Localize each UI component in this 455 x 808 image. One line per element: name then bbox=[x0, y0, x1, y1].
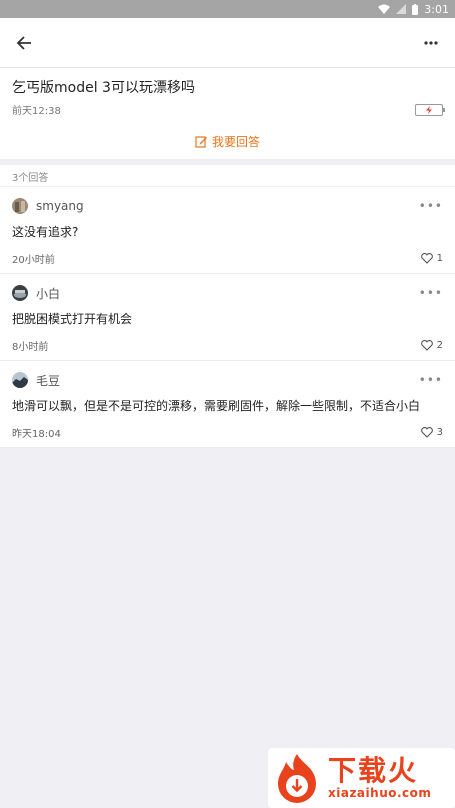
write-answer-button[interactable]: 我要回答 bbox=[12, 123, 443, 159]
answer-item[interactable]: 小白 ••• 把脱困模式打开有机会 8小时前 2 bbox=[0, 274, 455, 361]
app-bar bbox=[0, 18, 455, 68]
answer-time: 20小时前 bbox=[12, 254, 55, 266]
watermark-logo: 下载火 xiazaihuo.com bbox=[268, 748, 455, 808]
signal-icon bbox=[396, 4, 407, 14]
question-meta: 前天12:38 bbox=[12, 102, 445, 117]
wifi-icon bbox=[378, 4, 391, 14]
watermark-title: 下载火 bbox=[328, 754, 419, 787]
more-options-button[interactable] bbox=[419, 31, 443, 55]
avatar[interactable] bbox=[12, 285, 28, 301]
answer-time: 8小时前 bbox=[12, 341, 49, 353]
status-bar: 3:01 bbox=[0, 0, 455, 18]
like-button[interactable]: 1 bbox=[420, 252, 443, 264]
more-horizontal-icon bbox=[424, 40, 438, 45]
heart-icon bbox=[420, 339, 433, 351]
charging-battery-icon bbox=[415, 103, 445, 116]
flame-logo-icon bbox=[278, 754, 316, 803]
heart-icon bbox=[420, 426, 433, 438]
answer-item[interactable]: 毛豆 ••• 地滑可以飘，但是不是可控的漂移，需要刷固件，解除一些限制，不适合小… bbox=[0, 361, 455, 448]
like-count: 1 bbox=[436, 252, 443, 264]
battery-icon bbox=[412, 3, 419, 15]
answer-time: 昨天18:04 bbox=[12, 428, 61, 440]
answer-more-button[interactable]: ••• bbox=[419, 199, 443, 213]
arrow-left-icon bbox=[16, 35, 31, 50]
answer-item[interactable]: smyang ••• 这没有追求? 20小时前 1 bbox=[0, 187, 455, 274]
answer-body: 把脱困模式打开有机会 bbox=[12, 312, 133, 326]
like-button[interactable]: 2 bbox=[420, 339, 443, 351]
avatar[interactable] bbox=[12, 372, 28, 388]
answer-more-button[interactable]: ••• bbox=[419, 373, 443, 387]
answers-count: 3个回答 bbox=[0, 165, 455, 187]
answer-body: 这没有追求? bbox=[12, 225, 79, 239]
answer-username[interactable]: 毛豆 bbox=[36, 372, 60, 389]
answer-more-button[interactable]: ••• bbox=[419, 286, 443, 300]
question-title: 乞丐版model 3可以玩漂移吗 bbox=[12, 80, 195, 96]
back-button[interactable] bbox=[12, 31, 36, 55]
watermark-url: xiazaihuo.com bbox=[328, 786, 432, 800]
like-count: 2 bbox=[436, 339, 443, 351]
edit-icon bbox=[195, 135, 207, 148]
status-time: 3:01 bbox=[424, 2, 449, 16]
answer-username[interactable]: 小白 bbox=[36, 285, 60, 302]
heart-icon bbox=[420, 252, 433, 264]
avatar[interactable] bbox=[12, 198, 28, 214]
like-button[interactable]: 3 bbox=[420, 426, 443, 438]
answer-username[interactable]: smyang bbox=[36, 199, 84, 213]
question-time: 前天12:38 bbox=[12, 106, 61, 117]
answer-body: 地滑可以飘，但是不是可控的漂移，需要刷固件，解除一些限制，不适合小白 bbox=[12, 399, 421, 413]
write-answer-label: 我要回答 bbox=[211, 134, 260, 149]
question-card: 乞丐版model 3可以玩漂移吗 前天12:38 我要回答 bbox=[0, 68, 455, 159]
like-count: 3 bbox=[436, 426, 443, 438]
